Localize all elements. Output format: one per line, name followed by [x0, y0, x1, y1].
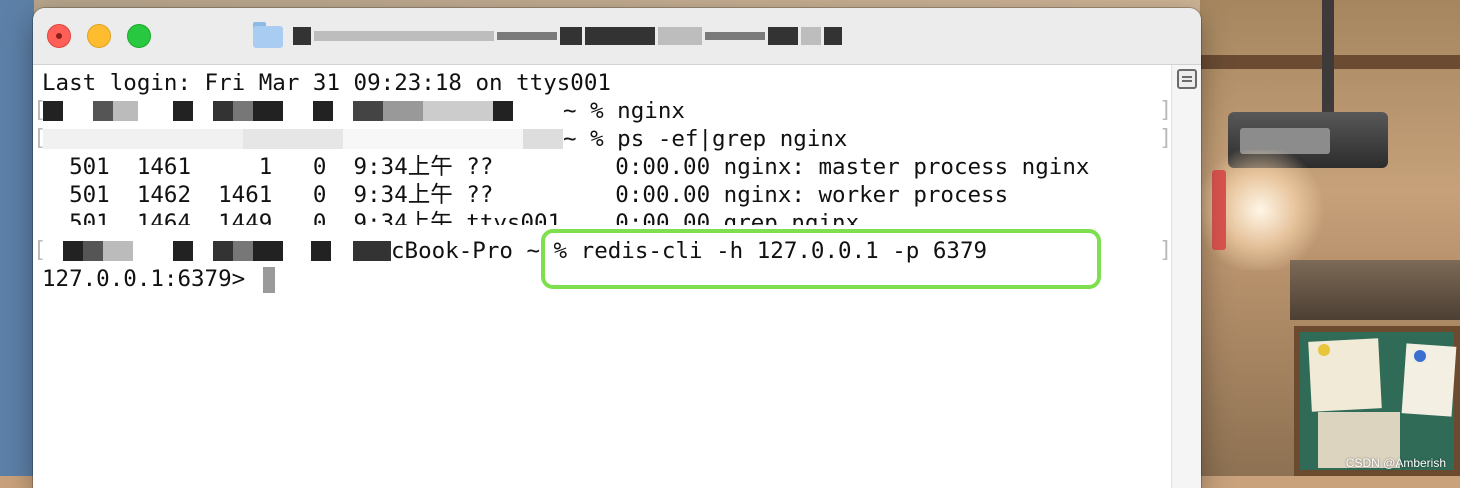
terminal-line: 501 1462 1461 0 9:34上午 ?? 0:00.00 nginx:…	[42, 182, 1009, 208]
wallpaper-note	[1401, 343, 1457, 417]
title-bar[interactable]	[33, 8, 1201, 65]
text-cursor	[262, 266, 275, 293]
terminal-window: Last login: Fri Mar 31 09:23:18 on ttys0…	[33, 8, 1201, 488]
close-button[interactable]	[47, 24, 71, 48]
minimize-button[interactable]	[87, 24, 111, 48]
mark-bracket: [	[33, 126, 47, 151]
terminal-line: ~ % nginx	[563, 98, 685, 124]
terminal-line: 127.0.0.1:6379>	[42, 265, 275, 293]
folder-icon	[253, 22, 283, 48]
terminal-output[interactable]: Last login: Fri Mar 31 09:23:18 on ttys0…	[33, 65, 1172, 488]
window-title	[253, 21, 845, 49]
watermark: CSDN @Amberish	[1345, 456, 1446, 470]
wallpaper-red-object	[1212, 170, 1226, 250]
mark-bracket: [	[33, 238, 47, 263]
terminal-line: 501 1461 1 0 9:34上午 ?? 0:00.00 nginx: ma…	[42, 154, 1090, 180]
redacted-prompt	[43, 241, 391, 261]
terminal-line: ~ % ps -ef|grep nginx	[563, 126, 848, 152]
window-title-redacted	[293, 21, 845, 49]
wallpaper-pin	[1414, 350, 1426, 362]
highlight-box	[541, 229, 1101, 289]
terminal-line: Last login: Fri Mar 31 09:23:18 on ttys0…	[42, 70, 611, 96]
redacted-prompt	[43, 101, 563, 121]
prompt-text: 127.0.0.1:6379>	[42, 266, 259, 292]
redacted-prompt	[43, 129, 563, 149]
wallpaper-pin	[1318, 344, 1330, 356]
split-pane-icon[interactable]	[1177, 69, 1197, 89]
wallpaper-projector-pole	[1322, 0, 1334, 120]
wallpaper-light-glow	[1190, 150, 1330, 270]
scrollbar[interactable]	[1171, 65, 1201, 488]
mark-bracket: [	[33, 98, 47, 123]
maximize-button[interactable]	[127, 24, 151, 48]
wallpaper-cabinet	[1290, 260, 1460, 320]
